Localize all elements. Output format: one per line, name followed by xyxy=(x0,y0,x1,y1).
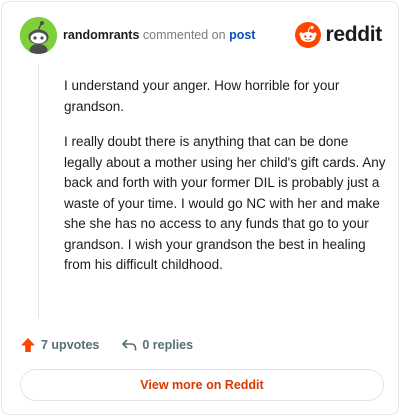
snoo-avatar-icon xyxy=(20,17,57,54)
post-link[interactable]: post xyxy=(229,28,255,42)
comment-body: I understand your anger. How horrible fo… xyxy=(64,76,386,291)
reddit-snoo-icon xyxy=(295,22,322,48)
thread-line xyxy=(38,64,39,318)
view-more-button[interactable]: View more on Reddit xyxy=(20,369,384,401)
comment-meta: randomrants commented on post xyxy=(63,28,255,42)
username[interactable]: randomrants xyxy=(63,28,139,42)
upvote-button[interactable]: 7 upvotes xyxy=(20,337,99,353)
reddit-logo[interactable]: reddit xyxy=(295,21,382,49)
comment-header: randomrants commented on post reddit xyxy=(20,17,382,55)
embedded-comment-card: randomrants commented on post reddit I u… xyxy=(1,1,399,415)
reply-button[interactable]: 0 replies xyxy=(121,338,193,352)
avatar[interactable] xyxy=(20,17,57,54)
comment-actions: 7 upvotes 0 replies xyxy=(20,335,215,355)
reddit-wordmark: reddit xyxy=(325,23,382,46)
reply-count: 0 replies xyxy=(142,338,194,352)
comment-paragraph: I really doubt there is anything that ca… xyxy=(64,134,386,272)
upvote-count: 7 upvotes xyxy=(41,338,100,352)
meta-action: commented on xyxy=(142,28,226,42)
reply-arrow-icon xyxy=(122,339,137,351)
upvote-arrow-icon xyxy=(21,338,35,352)
comment-paragraph: I understand your anger. How horrible fo… xyxy=(64,78,340,114)
